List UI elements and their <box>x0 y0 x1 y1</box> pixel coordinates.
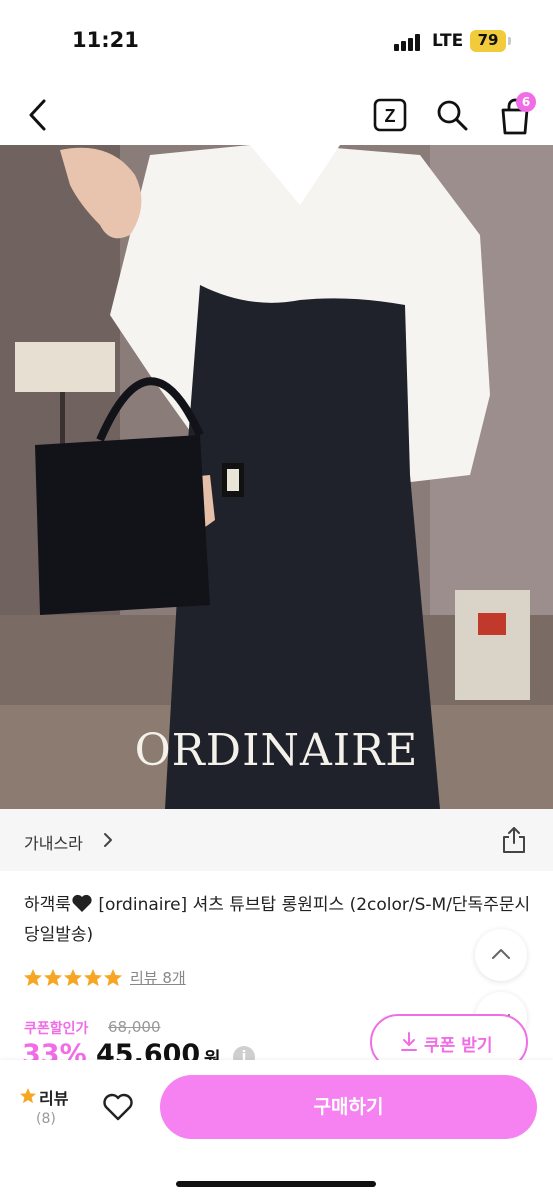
wishlist-button[interactable] <box>101 1090 135 1124</box>
title-text: [ordinaire] 셔츠 튜브탑 롱원피스 (2color/S-M/단독주문… <box>24 895 531 945</box>
z-label: Z <box>385 106 396 126</box>
star-icon <box>104 969 122 986</box>
title-prefix: 하객룩 <box>24 895 71 915</box>
review-count-link[interactable]: 리뷰 8개 <box>130 967 186 988</box>
star-icon <box>44 969 62 986</box>
heart-outline-icon <box>103 1093 133 1121</box>
battery-level: 79 <box>477 31 499 49</box>
battery-cap <box>508 37 511 45</box>
coupon-price-label: 쿠폰할인가 <box>24 1021 89 1037</box>
top-nav: Z <box>0 85 553 145</box>
chevron-right-icon[interactable] <box>101 832 115 848</box>
network-label: LTE <box>432 31 464 51</box>
buy-button[interactable]: 구매하기 <box>160 1075 537 1139</box>
scroll-up-button[interactable] <box>475 929 527 981</box>
review-summary-button[interactable]: 리뷰 (8) <box>20 1085 90 1135</box>
z-icon: Z <box>373 98 407 132</box>
black-heart-icon <box>72 894 92 912</box>
home-indicator[interactable] <box>176 1181 376 1187</box>
z-button[interactable]: Z <box>373 98 407 132</box>
signal-icon <box>394 33 424 51</box>
search-icon <box>437 100 468 131</box>
brand-watermark: ORDINAIRE <box>134 725 419 776</box>
coupon-button-label: 쿠폰 받기 <box>424 1036 493 1056</box>
star-icon <box>64 969 82 986</box>
battery-icon: 79 <box>470 30 506 52</box>
share-icon[interactable] <box>501 826 527 854</box>
star-icon <box>84 969 102 986</box>
product-title: 하객룩 [ordinaire] 셔츠 튜브탑 롱원피스 (2color/S-M/… <box>24 890 534 950</box>
back-button[interactable] <box>22 95 56 135</box>
chevron-left-icon <box>29 99 46 131</box>
review-label: 리뷰 <box>39 1089 69 1108</box>
star-icon <box>24 969 42 986</box>
search-button[interactable] <box>434 97 470 133</box>
product-image[interactable]: ORDINAIRE <box>0 145 553 809</box>
bottom-action-bar: 리뷰 (8) 구매하기 <box>0 1060 553 1200</box>
star-icon <box>20 1088 36 1104</box>
chevron-up-icon <box>492 949 510 959</box>
cart-count-badge: 6 <box>516 92 536 112</box>
shop-row: 가내스라 <box>0 809 553 871</box>
original-price: 68,000 <box>108 1018 161 1036</box>
download-icon <box>401 1032 417 1051</box>
review-count: (8) <box>36 1111 56 1127</box>
status-bar: 11:21 LTE 79 <box>0 0 553 80</box>
star-rating <box>24 969 122 986</box>
rating-row: 리뷰 8개 <box>24 967 324 989</box>
product-photo <box>0 145 553 809</box>
status-time: 11:21 <box>72 28 139 52</box>
shop-name-link[interactable]: 가내스라 <box>24 830 83 854</box>
